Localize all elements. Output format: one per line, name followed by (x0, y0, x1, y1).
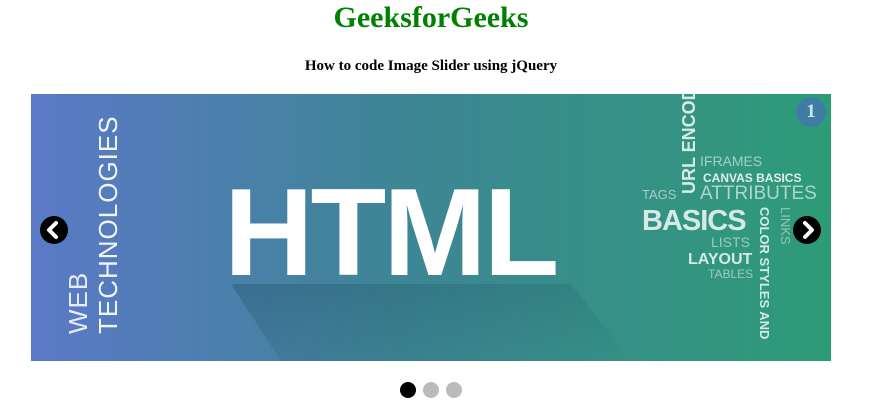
word-layout: LAYOUT (688, 251, 753, 268)
word-color-styles: COLOR STYLES AND (757, 207, 772, 339)
word-url-encode: URL ENCOD (679, 94, 699, 194)
chevron-left-icon (47, 221, 58, 239)
page-heading: How to code Image Slider using jQuery (304, 58, 558, 74)
word-tags: TAGS (642, 187, 677, 202)
slide-indicator-dots (400, 382, 462, 398)
slide-dot-1[interactable] (400, 382, 416, 398)
word-iframes: IFRAMES (700, 153, 762, 169)
slide-image: TECHNOLOGIES WEB HTML URL ENCOD IFRAMES … (31, 94, 831, 361)
slide-number-badge: 1 (796, 97, 826, 127)
word-attributes: ATTRIBUTES (700, 183, 817, 204)
word-basics: BASICS (642, 205, 746, 237)
word-tables: TABLES (708, 267, 753, 281)
previous-slide-button[interactable] (40, 216, 68, 244)
word-links: LINKS (778, 207, 793, 245)
image-slider: TECHNOLOGIES WEB HTML URL ENCOD IFRAMES … (31, 94, 831, 361)
site-title: GeeksforGeeks (333, 1, 529, 34)
side-text-technologies: TECHNOLOGIES (93, 115, 123, 334)
slide-dot-3[interactable] (446, 382, 462, 398)
side-text-web: WEB (63, 272, 93, 334)
chevron-right-icon (803, 221, 814, 239)
slide-headline: HTML (224, 164, 556, 302)
word-lists: LISTS (711, 234, 750, 250)
next-slide-button[interactable] (793, 216, 821, 244)
slide-dot-2[interactable] (423, 382, 439, 398)
